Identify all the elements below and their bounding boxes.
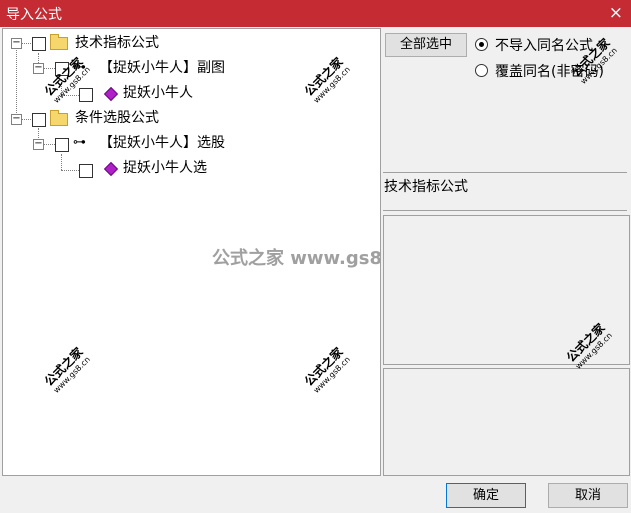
tree-item-label: 【捉妖小牛人】选股	[99, 135, 225, 151]
radio-skip-label: 不导入同名公式	[495, 38, 593, 54]
collapse-toggle[interactable]: −	[11, 38, 22, 49]
folder-icon	[50, 34, 68, 50]
divider	[383, 172, 627, 173]
watermark-stamp: 公式之家 www.gs8.cn	[301, 344, 352, 395]
tree-group-label: 条件选股公式	[75, 110, 159, 126]
collapse-toggle[interactable]: −	[11, 114, 22, 125]
tree-line	[16, 43, 17, 119]
ok-button[interactable]: 确定	[446, 483, 526, 508]
key-icon: ⊶	[73, 135, 86, 150]
select-all-button[interactable]: 全部选中	[385, 33, 467, 57]
radio-skip-duplicates[interactable]	[475, 38, 488, 51]
window-title: 导入公式	[6, 7, 62, 23]
formula-gem-icon	[103, 86, 119, 102]
tree-leaf-label: 捉妖小牛人	[123, 85, 193, 101]
item2-checkbox[interactable]	[55, 138, 69, 152]
close-icon[interactable]: ×	[609, 2, 623, 24]
collapse-toggle[interactable]: −	[33, 139, 44, 150]
watermark-stamp: 公式之家 www.gs8.cn	[41, 54, 92, 105]
collapse-toggle[interactable]: −	[33, 63, 44, 74]
formula-params-panel	[383, 368, 630, 476]
tree-item-label: 【捉妖小牛人】副图	[99, 60, 225, 76]
tree-group-technical[interactable]: 技术指标公式	[75, 33, 159, 53]
tree-leaf-formula[interactable]: 捉妖小牛人选	[123, 158, 207, 178]
tree-group-screening[interactable]: 条件选股公式	[75, 108, 159, 128]
tree-group-label: 技术指标公式	[75, 35, 159, 51]
tree-leaf-formula[interactable]: 捉妖小牛人	[123, 83, 193, 103]
tree-line	[61, 154, 62, 170]
cancel-button[interactable]: 取消	[548, 483, 628, 508]
watermark-stamp: 公式之家 www.gs8.cn	[41, 344, 92, 395]
title-bar: 导入公式 ×	[0, 0, 631, 27]
group2-checkbox[interactable]	[32, 113, 46, 127]
divider	[383, 210, 627, 211]
tree-item-subchart[interactable]: 【捉妖小牛人】副图	[99, 58, 225, 78]
group1-checkbox[interactable]	[32, 37, 46, 51]
folder-icon	[50, 110, 68, 126]
item2-child-checkbox[interactable]	[79, 164, 93, 178]
tree-leaf-label: 捉妖小牛人选	[123, 160, 207, 176]
formula-gem-icon	[103, 161, 119, 177]
item1-child-checkbox[interactable]	[79, 88, 93, 102]
radio-overwrite[interactable]	[475, 64, 488, 77]
tree-item-screener[interactable]: 【捉妖小牛人】选股	[99, 133, 225, 153]
selected-formula-type: 技术指标公式	[384, 179, 468, 195]
watermark-stamp: 公式之家 www.gs8.cn	[301, 54, 352, 105]
